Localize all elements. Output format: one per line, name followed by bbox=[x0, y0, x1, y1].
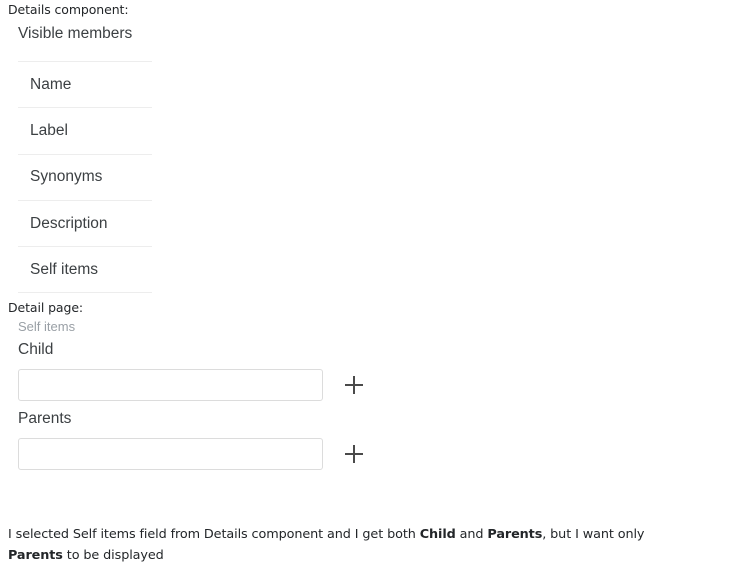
add-parents-button[interactable] bbox=[341, 441, 367, 467]
question-bold-parents-1: Parents bbox=[487, 526, 543, 542]
add-child-button[interactable] bbox=[341, 372, 367, 398]
parents-input[interactable] bbox=[18, 438, 323, 470]
visible-members-list: Name Label Synonyms Description Self ite… bbox=[18, 61, 152, 294]
list-item-label: Self items bbox=[30, 260, 99, 278]
field-block-child: Child bbox=[18, 340, 378, 401]
child-field-row bbox=[18, 369, 378, 401]
child-field-label: Child bbox=[18, 341, 54, 358]
list-item-label: Name bbox=[30, 75, 72, 93]
visible-members-title: Visible members bbox=[18, 25, 133, 42]
list-item-label: Description bbox=[30, 214, 108, 232]
list-item[interactable]: Self items bbox=[18, 247, 152, 294]
question-part-3: , but I want only bbox=[542, 526, 645, 542]
parents-field-row bbox=[18, 438, 378, 470]
parents-field-label: Parents bbox=[18, 410, 72, 427]
question-bold-parents-2: Parents bbox=[8, 547, 63, 563]
plus-icon-bar bbox=[345, 384, 363, 386]
question-part-2: and bbox=[455, 526, 488, 542]
question-part-1: I selected Self items field from Details… bbox=[8, 526, 420, 542]
detail-page-caption: Detail page: bbox=[8, 300, 84, 315]
list-item[interactable]: Description bbox=[18, 201, 152, 248]
question-part-4: to be displayed bbox=[62, 547, 164, 563]
child-input[interactable] bbox=[18, 369, 323, 401]
field-block-parents: Parents bbox=[18, 409, 378, 470]
details-component-caption: Details component: bbox=[8, 2, 129, 17]
list-item[interactable]: Synonyms bbox=[18, 155, 152, 201]
list-item[interactable]: Label bbox=[18, 108, 152, 155]
self-items-group-caption: Self items bbox=[18, 319, 76, 334]
list-item-label: Synonyms bbox=[30, 168, 103, 186]
question-text: I selected Self items field from Details… bbox=[8, 524, 698, 566]
list-item[interactable]: Name bbox=[18, 61, 152, 109]
question-bold-child: Child bbox=[419, 526, 456, 542]
list-item-label: Label bbox=[30, 121, 68, 139]
plus-icon-bar bbox=[345, 453, 363, 455]
